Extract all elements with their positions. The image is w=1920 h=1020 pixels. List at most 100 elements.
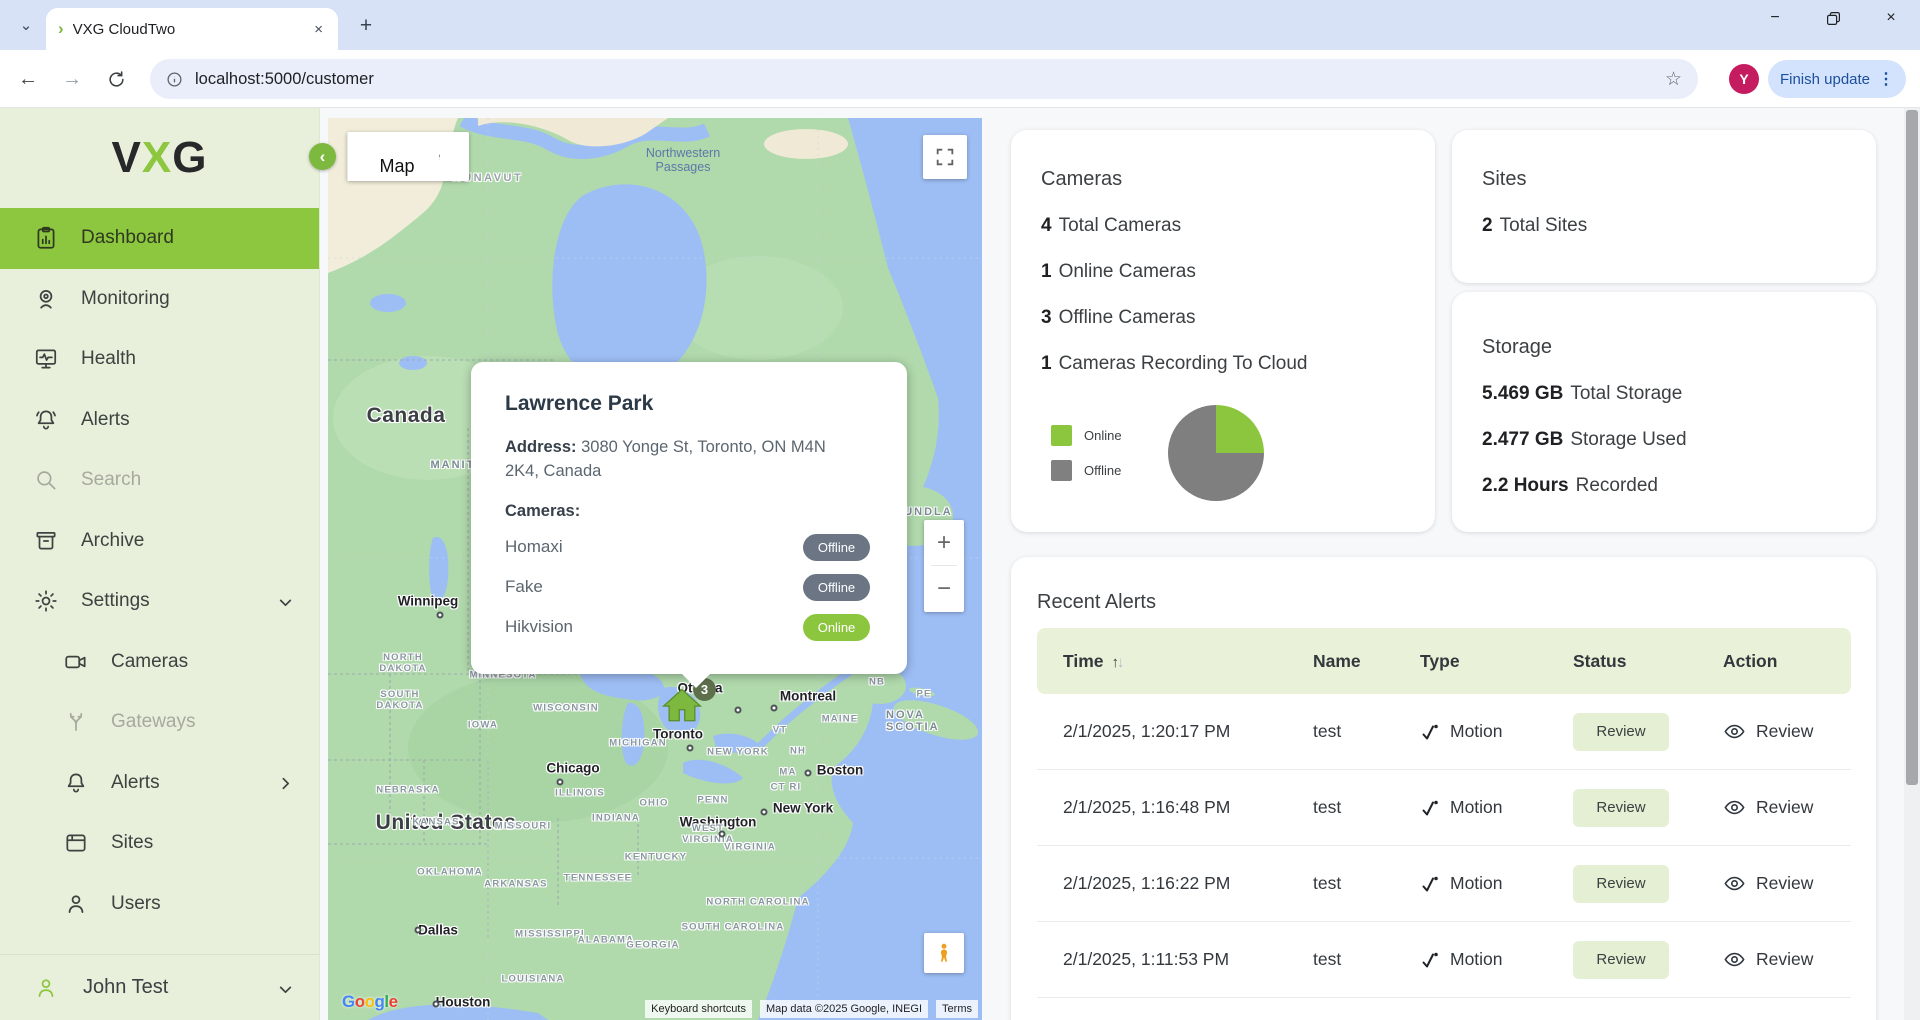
- stat-value: 5.469 GB: [1482, 383, 1563, 404]
- tab-close-icon[interactable]: ×: [311, 21, 326, 38]
- window-close-button[interactable]: ×: [1862, 0, 1920, 36]
- scrollbar-thumb[interactable]: [1906, 110, 1918, 785]
- address-bar[interactable]: localhost:5000/customer ☆: [150, 59, 1698, 99]
- pegman-streetview-button[interactable]: [924, 933, 964, 973]
- zoom-out-button[interactable]: −: [924, 566, 964, 611]
- finish-update-label: Finish update: [1780, 71, 1870, 88]
- sidebar-item-health[interactable]: Health: [0, 329, 319, 390]
- cameras-label: Cameras:: [505, 502, 873, 521]
- chevron-right-icon: [278, 775, 293, 790]
- sidebar-item-sites[interactable]: Sites: [0, 813, 319, 874]
- sidebar-item-alerts[interactable]: Alerts: [0, 753, 319, 814]
- sidebar-item-alerts[interactable]: Alerts: [0, 390, 319, 451]
- fullscreen-icon: [934, 146, 956, 168]
- pie-legend: OnlineOffline: [1051, 425, 1122, 481]
- sidebar-item-monitoring[interactable]: Monitoring: [0, 269, 319, 330]
- keyboard-shortcuts-link[interactable]: Keyboard shortcuts: [645, 1000, 752, 1018]
- camera-name: Hikvision: [505, 617, 573, 637]
- finish-update-button[interactable]: Finish update ⋮: [1768, 60, 1906, 98]
- users-icon: [63, 891, 89, 917]
- sidebar-collapse-button[interactable]: ‹: [309, 143, 336, 170]
- new-tab-button[interactable]: +: [352, 12, 380, 40]
- site-info-icon[interactable]: [166, 71, 183, 88]
- google-logo-letter: o: [355, 992, 365, 1011]
- app-root: VXG DashboardMonitoringHealthAlertsSearc…: [0, 108, 1920, 1020]
- sidebar-item-users[interactable]: Users: [0, 874, 319, 935]
- bookmark-star-icon[interactable]: ☆: [1665, 68, 1682, 91]
- sidebar-user-menu[interactable]: John Test: [0, 954, 319, 1020]
- review-status-button[interactable]: Review: [1573, 941, 1669, 979]
- cell-name: test: [1287, 721, 1394, 742]
- review-status-button[interactable]: Review: [1573, 713, 1669, 751]
- user-avatar-icon: [33, 975, 59, 1001]
- table-row[interactable]: 2/1/2025, 1:16:22 PMtestMotionReviewRevi…: [1037, 846, 1851, 922]
- table-row[interactable]: 2/1/2025, 1:16:48 PMtestMotionReviewRevi…: [1037, 770, 1851, 846]
- cell-action[interactable]: Review: [1697, 872, 1851, 895]
- map-label: United States: [376, 811, 517, 835]
- stat-line: 1Online Cameras: [1041, 261, 1405, 283]
- map-label: CT RI: [771, 782, 802, 793]
- info-window-title: Lawrence Park: [505, 392, 873, 416]
- sidebar-item-cameras[interactable]: Cameras: [0, 632, 319, 693]
- cell-action[interactable]: Review: [1697, 720, 1851, 743]
- sidebar-item-settings[interactable]: Settings: [0, 571, 319, 632]
- column-header-time[interactable]: Time↑↓: [1037, 651, 1287, 672]
- site-marker[interactable]: 3: [660, 684, 708, 732]
- camera-name: Homaxi: [505, 537, 563, 557]
- motion-icon: [1420, 798, 1440, 818]
- sidebar-nav: DashboardMonitoringHealthAlertsSearchArc…: [0, 208, 319, 934]
- terms-link[interactable]: Terms: [936, 1000, 978, 1018]
- cell-time: 2/1/2025, 1:16:48 PM: [1037, 797, 1287, 818]
- cell-action[interactable]: Review: [1697, 796, 1851, 819]
- review-status-button[interactable]: Review: [1573, 789, 1669, 827]
- tab-search-icon[interactable]: ⌄: [12, 12, 40, 38]
- browser-toolbar: ← → localhost:5000/customer ☆ Y Finish u…: [0, 50, 1920, 108]
- fullscreen-button[interactable]: [923, 135, 967, 179]
- google-logo[interactable]: Google: [342, 992, 398, 1012]
- sidebar-item-label: Health: [81, 348, 136, 370]
- alert-name: test: [1313, 873, 1341, 894]
- sidebar-item-search[interactable]: Search: [0, 450, 319, 511]
- chevron-down-icon: [278, 594, 293, 609]
- bell-ring-icon: [33, 407, 59, 433]
- eye-icon: [1723, 796, 1746, 819]
- legend-swatch: [1051, 425, 1072, 446]
- profile-avatar[interactable]: Y: [1729, 64, 1759, 94]
- city-dot-icon: [735, 707, 742, 714]
- legend-item: Offline: [1051, 460, 1122, 481]
- cell-action[interactable]: Review: [1697, 948, 1851, 971]
- map-label: KANSAS: [412, 817, 459, 828]
- sites-card: Sites 2Total Sites: [1452, 130, 1876, 283]
- info-camera-row: HikvisionOnline: [505, 614, 870, 641]
- recent-alerts-card: Recent Alerts Time↑↓NameTypeStatusAction…: [1011, 557, 1876, 1020]
- eye-icon: [1723, 720, 1746, 743]
- window-restore-button[interactable]: [1804, 0, 1862, 36]
- archive-icon: [33, 528, 59, 554]
- sidebar-item-archive[interactable]: Archive: [0, 511, 319, 572]
- map-type-control: Map Satellite: [347, 132, 469, 181]
- forward-button[interactable]: →: [54, 61, 90, 97]
- reload-button[interactable]: [98, 61, 134, 97]
- sidebar-item-dashboard[interactable]: Dashboard: [0, 208, 319, 269]
- back-button[interactable]: ←: [10, 61, 46, 97]
- browser-menu-icon[interactable]: ⋮: [1878, 69, 1894, 89]
- stat-line: 2.477 GBStorage Used: [1482, 429, 1846, 451]
- browser-tab[interactable]: › VXG CloudTwo ×: [46, 8, 338, 50]
- window-minimize-button[interactable]: −: [1746, 0, 1804, 36]
- map-label: INDIANA: [592, 813, 640, 824]
- review-status-button[interactable]: Review: [1573, 865, 1669, 903]
- stat-value: 2.477 GB: [1482, 429, 1563, 450]
- table-row[interactable]: 2/1/2025, 1:20:17 PMtestMotionReviewRevi…: [1037, 694, 1851, 770]
- sidebar-item-gateways[interactable]: Gateways: [0, 692, 319, 753]
- table-row[interactable]: 2/1/2025, 1:11:53 PMtestMotionReviewRevi…: [1037, 922, 1851, 998]
- dashboard-icon: [33, 225, 59, 251]
- map-label: WISCONSIN: [533, 703, 599, 714]
- map-view-button[interactable]: Map: [355, 142, 439, 181]
- alert-type: Motion: [1450, 797, 1503, 818]
- camera-icon: [63, 649, 89, 675]
- map[interactable]: Northwestern PassagesNUNAVUTCanadaMANITO…: [328, 118, 982, 1020]
- page-scrollbar[interactable]: [1904, 108, 1920, 1020]
- map-label: OKLAHOMA: [417, 867, 483, 878]
- zoom-in-button[interactable]: +: [924, 520, 964, 565]
- map-label: WEST VIRGINIA: [682, 823, 734, 845]
